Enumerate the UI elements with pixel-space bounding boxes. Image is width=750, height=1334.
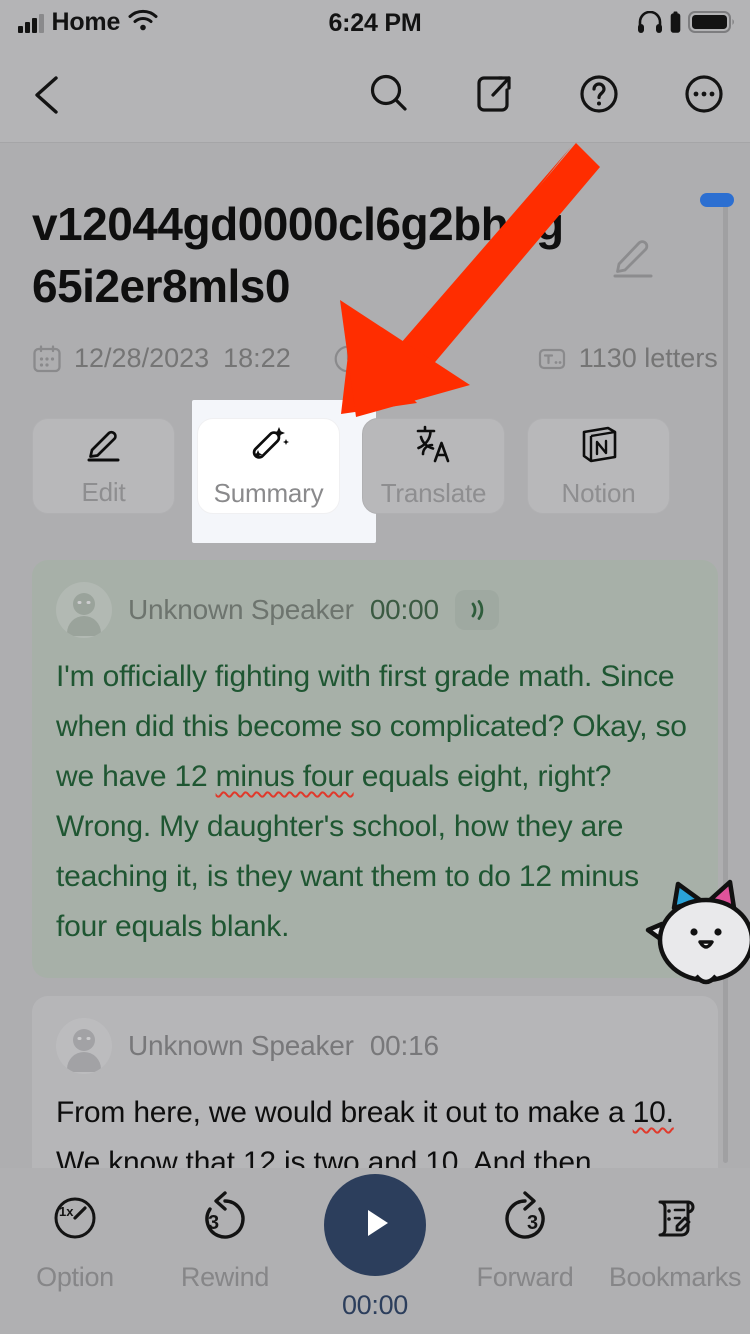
- notion-button[interactable]: Notion: [527, 418, 670, 514]
- speed-1x-icon: 1x: [47, 1186, 103, 1248]
- date-group: 12/28/2023 18:22: [32, 343, 291, 374]
- recording-date: 12/28/2023: [74, 343, 210, 373]
- bookmarks-label: Bookmarks: [608, 1262, 742, 1292]
- pencil-icon[interactable]: [608, 231, 658, 281]
- question-circle-icon[interactable]: [575, 70, 623, 118]
- accessory-battery-icon: [670, 11, 681, 38]
- app-screen: Home 6:24 PM v12044gd0000cl6g2bhog 65i2e…: [0, 0, 750, 1334]
- svg-text:3: 3: [527, 1212, 538, 1234]
- play-button-group: 00:00: [300, 1174, 450, 1321]
- navigation-bar: [0, 46, 750, 143]
- rewind-button[interactable]: 3 Rewind: [150, 1186, 300, 1293]
- scrollbar-track[interactable]: [723, 203, 728, 1163]
- person-avatar-icon: [56, 1018, 112, 1074]
- status-bar-right: [637, 10, 736, 39]
- edit-button[interactable]: Edit: [32, 418, 175, 514]
- notion-button-label: Notion: [561, 478, 636, 508]
- metadata-row: 12/28/2023 18:22 1130 letters: [32, 343, 718, 374]
- transcript-header: Unknown Speaker 00:00: [56, 582, 694, 638]
- rewind-3-icon: 3: [197, 1186, 253, 1248]
- translate-button-label: Translate: [380, 478, 487, 508]
- page-title: v12044gd0000cl6g2bhog 65i2er8mls0: [32, 193, 592, 317]
- translate-icon: [412, 423, 456, 470]
- option-button[interactable]: 1x Option: [0, 1186, 150, 1293]
- ellipsis-circle-icon[interactable]: [680, 70, 728, 118]
- transcript-text[interactable]: I'm officially fighting with first grade…: [56, 652, 694, 952]
- battery-full-icon: [688, 10, 736, 39]
- text-count-icon: [537, 344, 567, 374]
- current-time-label: 00:00: [341, 1290, 409, 1320]
- sound-wave-icon[interactable]: [454, 590, 499, 630]
- scrollbar-thumb[interactable]: [700, 193, 734, 207]
- duration-group: [333, 344, 375, 374]
- transcript-block[interactable]: Unknown Speaker 00:00 I'm officially fig…: [32, 560, 718, 978]
- bookmarks-scroll-icon: [647, 1186, 703, 1248]
- svg-text:1x: 1x: [59, 1204, 74, 1219]
- play-button[interactable]: [324, 1174, 426, 1276]
- transcript-header: Unknown Speaker 00:16: [56, 1018, 694, 1074]
- person-avatar-icon: [56, 582, 112, 638]
- play-icon: [352, 1200, 398, 1251]
- summary-button-label: Summary: [213, 478, 324, 508]
- forward-label: Forward: [476, 1262, 574, 1292]
- summary-button[interactable]: Summary: [197, 418, 340, 514]
- forward-button[interactable]: 3 Forward: [450, 1186, 600, 1293]
- title-line-2: 65i2er8mls0: [32, 260, 290, 312]
- recording-time: 18:22: [223, 343, 291, 373]
- transcript-text-after: We know that 12 is two and 10. And then: [56, 1146, 592, 1168]
- notion-logo-icon: [578, 423, 620, 470]
- pencil-underline-icon: [82, 424, 126, 469]
- letters-count: 1130 letters: [578, 343, 718, 373]
- transcript-block[interactable]: Unknown Speaker 00:16 From here, we woul…: [32, 996, 718, 1168]
- forward-3-icon: 3: [497, 1186, 553, 1248]
- action-button-row: Edit Summary Translate Notion: [32, 418, 670, 514]
- compose-icon[interactable]: [470, 70, 518, 118]
- bookmarks-button[interactable]: Bookmarks: [600, 1186, 750, 1293]
- content-area: v12044gd0000cl6g2bhog 65i2er8mls0 12/28/…: [0, 143, 750, 1168]
- speaker-timestamp[interactable]: 00:00: [370, 594, 439, 626]
- misspelled-word: minus four: [215, 760, 354, 793]
- back-button[interactable]: [26, 72, 72, 118]
- cat-sticker: [644, 878, 750, 988]
- edit-button-label: Edit: [81, 477, 126, 507]
- status-bar: Home 6:24 PM: [0, 0, 750, 46]
- speaker-name: Unknown Speaker: [128, 1030, 354, 1061]
- transcript-text-before: From here, we would break it out to make…: [56, 1096, 633, 1129]
- speaker-name: Unknown Speaker: [128, 594, 354, 625]
- player-bar: 1x Option 3 Rewind 00:00 3 Forward Bookm…: [0, 1168, 750, 1334]
- misspelled-word: 10.: [632, 1096, 674, 1129]
- translate-button[interactable]: Translate: [362, 418, 505, 514]
- option-label: Option: [36, 1262, 114, 1292]
- rewind-label: Rewind: [180, 1262, 270, 1292]
- clock-icon: [333, 344, 363, 374]
- magic-wand-sparkle-icon: [247, 423, 291, 470]
- search-icon[interactable]: [365, 70, 413, 118]
- transcript-text[interactable]: From here, we would break it out to make…: [56, 1088, 694, 1168]
- letters-group: 1130 letters: [537, 343, 718, 374]
- headphones-icon: [637, 10, 663, 38]
- svg-text:3: 3: [208, 1212, 219, 1234]
- transcript-list: Unknown Speaker 00:00 I'm officially fig…: [32, 560, 718, 1168]
- calendar-icon: [32, 344, 62, 374]
- title-line-1: v12044gd0000cl6g2bhog: [32, 198, 564, 250]
- speaker-timestamp[interactable]: 00:16: [370, 1030, 439, 1062]
- nav-actions: [365, 70, 728, 118]
